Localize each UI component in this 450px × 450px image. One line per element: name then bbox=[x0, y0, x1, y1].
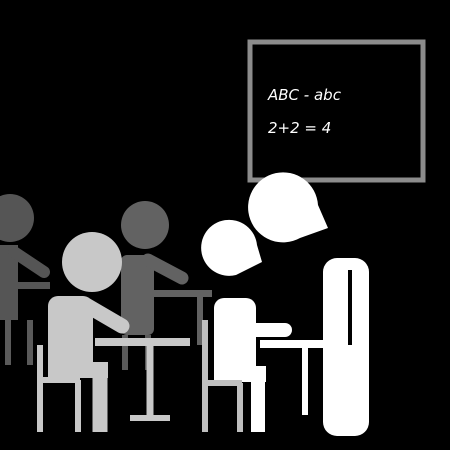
chalkboard-frame bbox=[247, 39, 426, 183]
teacher bbox=[248, 172, 369, 436]
student-head bbox=[201, 219, 262, 276]
classroom-scene: ABC - abc 2+2 = 4 bbox=[0, 39, 426, 436]
student-head bbox=[62, 232, 122, 292]
back-student-left bbox=[0, 194, 50, 320]
student-arm bbox=[8, 246, 50, 278]
student-head bbox=[0, 194, 34, 242]
student-desk bbox=[0, 282, 50, 289]
chalkboard-line-1: ABC - abc bbox=[267, 86, 342, 104]
student-desk bbox=[152, 290, 212, 297]
front-student-right bbox=[201, 219, 328, 432]
student-desk bbox=[260, 340, 328, 348]
student-desk bbox=[95, 338, 190, 346]
chalkboard-line-2: 2+2 = 4 bbox=[268, 119, 331, 137]
back-student-middle bbox=[121, 201, 212, 345]
student-head bbox=[121, 201, 169, 249]
teacher-head bbox=[248, 172, 328, 243]
teacher-body bbox=[323, 258, 369, 436]
front-student-left bbox=[37, 232, 190, 432]
chalkboard: ABC - abc 2+2 = 4 bbox=[247, 39, 426, 183]
